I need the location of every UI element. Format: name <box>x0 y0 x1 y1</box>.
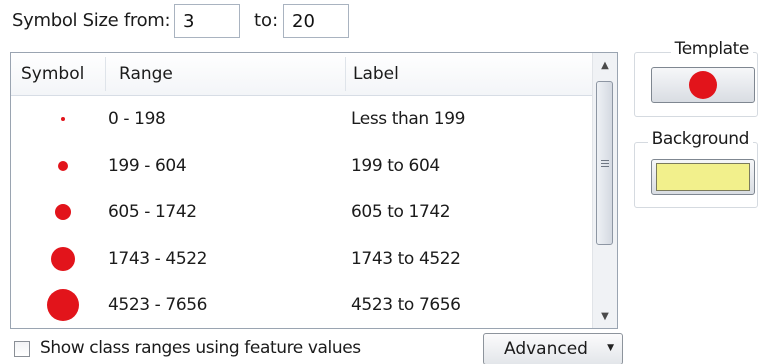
symbol-size-to-input[interactable] <box>283 4 349 38</box>
symbol-size-from-label: Symbol Size from: <box>12 10 171 31</box>
label-cell: 605 to 1742 <box>351 202 451 222</box>
column-header-symbol[interactable]: Symbol <box>11 53 103 95</box>
table-row[interactable]: 4523 - 7656 4523 to 7656 <box>11 282 594 328</box>
grip-line <box>601 160 609 161</box>
red-dot-icon <box>51 246 75 271</box>
grip-line <box>601 166 609 167</box>
symbol-size-to-label: to: <box>254 10 279 31</box>
up-arrow-icon[interactable]: ▲ <box>594 55 616 75</box>
template-title: Template <box>670 39 753 59</box>
range-cell: 1743 - 4522 <box>108 248 208 269</box>
symbol-cell <box>11 236 109 283</box>
show-class-ranges-checkbox[interactable] <box>14 341 30 357</box>
symbol-cell <box>11 143 109 190</box>
advanced-button[interactable]: Advanced ▼ <box>483 333 623 364</box>
symbol-cell <box>11 96 109 143</box>
symbol-class-dialog: Symbol Size from: to: Symbol Range Label… <box>0 0 762 364</box>
red-dot-icon <box>61 117 65 122</box>
class-list-view[interactable]: Symbol Range Label 0 - 198 Less than 199… <box>10 52 618 329</box>
symbol-cell <box>11 189 109 236</box>
list-rows: 0 - 198 Less than 199 199 - 604 199 to 6… <box>11 96 594 328</box>
color-swatch <box>656 163 750 191</box>
range-cell: 605 - 1742 <box>108 202 197 222</box>
grip-line <box>601 163 609 164</box>
table-row[interactable]: 0 - 198 Less than 199 <box>11 96 594 143</box>
red-dot-icon <box>55 204 71 221</box>
label-cell: 1743 to 4522 <box>351 248 461 269</box>
background-title: Background <box>647 129 753 149</box>
table-row[interactable]: 1743 - 4522 1743 to 4522 <box>11 236 594 283</box>
column-header-range[interactable]: Range <box>109 53 349 95</box>
table-row[interactable]: 605 - 1742 605 to 1742 <box>11 189 594 236</box>
red-circle-icon <box>689 71 717 99</box>
red-dot-icon <box>47 289 79 322</box>
symbol-cell <box>11 282 109 328</box>
background-group: Background <box>634 129 758 208</box>
range-cell: 0 - 198 <box>108 109 166 129</box>
label-cell: 199 to 604 <box>351 155 440 176</box>
column-header-label[interactable]: Label <box>343 53 593 95</box>
show-class-ranges-label[interactable]: Show class ranges using feature values <box>40 338 361 358</box>
background-color-button[interactable] <box>651 159 755 195</box>
range-cell: 4523 - 7656 <box>108 295 208 315</box>
list-header: Symbol Range Label <box>11 53 594 96</box>
dropdown-arrow-icon: ▼ <box>607 343 614 353</box>
scrollbar-thumb[interactable] <box>596 81 613 245</box>
column-divider[interactable] <box>105 57 106 91</box>
template-group: Template <box>634 39 758 117</box>
label-cell: Less than 199 <box>351 109 466 129</box>
advanced-label: Advanced <box>504 339 588 359</box>
red-dot-icon <box>58 160 68 171</box>
label-cell: 4523 to 7656 <box>351 295 461 315</box>
range-cell: 199 - 604 <box>108 155 187 176</box>
template-symbol-button[interactable] <box>651 67 755 103</box>
symbol-size-from-input[interactable] <box>174 4 240 38</box>
down-arrow-icon[interactable]: ▼ <box>594 306 616 326</box>
table-row[interactable]: 199 - 604 199 to 604 <box>11 143 594 190</box>
vertical-scrollbar[interactable]: ▲ ▼ <box>592 53 617 328</box>
